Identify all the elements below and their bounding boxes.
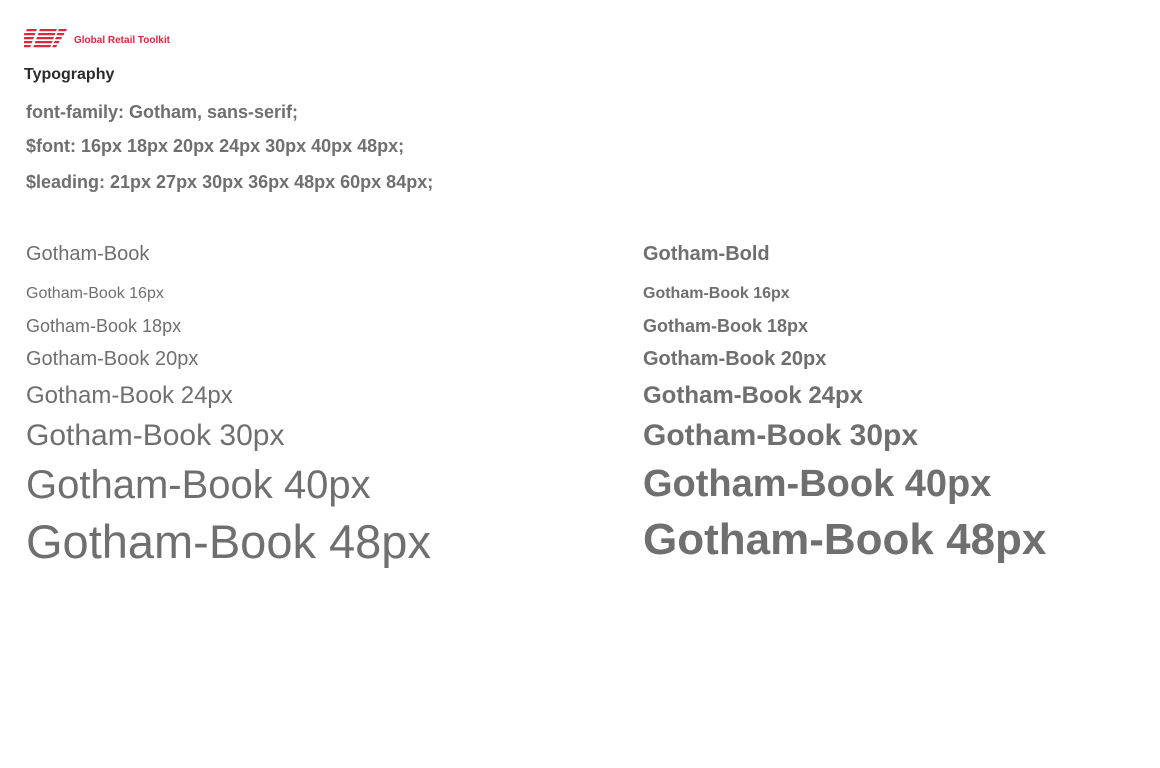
bold-sample-24: Gotham-Book 24px: [643, 382, 864, 409]
spec-leading: $leading: 21px 27px 30px 36px 48px 60px …: [26, 172, 434, 192]
book-sample-20: Gotham-Book 20px: [26, 348, 199, 370]
book-column-heading: Gotham-Book: [26, 243, 150, 265]
bold-sample-30: Gotham-Book 30px: [643, 419, 919, 452]
bold-column-heading: Gotham-Bold: [643, 243, 770, 265]
book-sample-24: Gotham-Book 24px: [26, 382, 233, 409]
brand-header: Global Retail Toolkit: [24, 26, 170, 50]
book-sample-30: Gotham-Book 30px: [26, 419, 285, 452]
bold-sample-40: Gotham-Book 40px: [643, 463, 992, 505]
toolkit-label: Global Retail Toolkit: [74, 34, 170, 46]
bold-sample-48: Gotham-Book 48px: [643, 515, 1047, 564]
bold-sample-20: Gotham-Book 20px: [643, 348, 827, 370]
spec-font-sizes: $font: 16px 18px 20px 24px 30px 40px 48p…: [26, 136, 405, 156]
book-sample-18: Gotham-Book 18px: [26, 316, 182, 336]
new-balance-logo-icon: [24, 28, 67, 49]
bold-sample-16: Gotham-Book 16px: [643, 285, 790, 302]
page-title: Typography: [24, 66, 115, 83]
spec-font-family: font-family: Gotham, sans-serif;: [26, 102, 299, 122]
book-sample-40: Gotham-Book 40px: [26, 463, 371, 507]
bold-sample-18: Gotham-Book 18px: [643, 316, 809, 336]
book-sample-16: Gotham-Book 16px: [26, 285, 164, 302]
book-sample-48: Gotham-Book 48px: [26, 515, 431, 568]
